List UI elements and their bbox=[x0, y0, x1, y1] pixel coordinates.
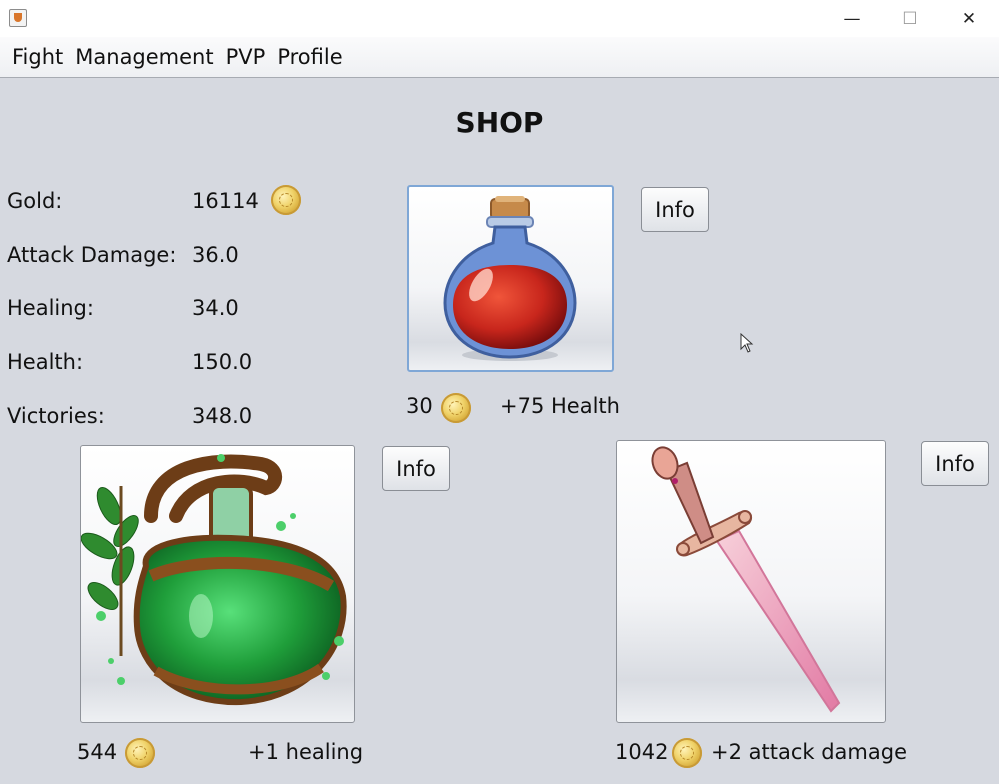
sword-price: 1042 bbox=[615, 740, 669, 764]
sword-info-button[interactable]: Info bbox=[921, 441, 989, 486]
gold-value: 16114 bbox=[192, 189, 259, 213]
healing-label: Healing: bbox=[7, 296, 94, 320]
menu-fight[interactable]: Fight bbox=[6, 37, 69, 78]
sword-button[interactable] bbox=[616, 440, 886, 723]
menu-profile[interactable]: Profile bbox=[271, 37, 348, 78]
menu-management[interactable]: Management bbox=[69, 37, 219, 78]
healing-jug-button[interactable] bbox=[80, 445, 355, 723]
victories-label: Victories: bbox=[7, 404, 105, 428]
close-button[interactable]: ✕ bbox=[940, 0, 998, 37]
attack-damage-label: Attack Damage: bbox=[7, 243, 177, 267]
health-value: 150.0 bbox=[192, 350, 253, 374]
menu-pvp[interactable]: PVP bbox=[220, 37, 272, 78]
sword-effect: +2 attack damage bbox=[711, 740, 907, 764]
gold-label: Gold: bbox=[7, 189, 63, 213]
page-title: SHOP bbox=[455, 106, 544, 139]
java-app-icon bbox=[9, 9, 27, 27]
health-potion-info-button[interactable]: Info bbox=[641, 187, 709, 232]
sword-icon bbox=[651, 446, 841, 713]
health-label: Health: bbox=[7, 350, 84, 374]
title-bar: — ☐ ✕ bbox=[0, 0, 999, 37]
healing-jug-price: 544 bbox=[77, 740, 118, 764]
attack-damage-value: 36.0 bbox=[192, 243, 239, 267]
maximize-button[interactable]: ☐ bbox=[881, 0, 939, 37]
health-potion-effect: +75 Health bbox=[500, 394, 620, 418]
healing-jug-coin-icon bbox=[125, 738, 155, 768]
health-potion-coin-icon bbox=[441, 393, 471, 423]
healing-jug-info-button[interactable]: Info bbox=[382, 446, 450, 491]
sword-coin-icon bbox=[672, 738, 702, 768]
health-potion-price: 30 bbox=[406, 394, 433, 418]
healing-jug-effect: +1 healing bbox=[248, 740, 364, 764]
menu-bar: Fight Management PVP Profile bbox=[0, 37, 999, 78]
healing-value: 34.0 bbox=[192, 296, 239, 320]
mouse-cursor-icon bbox=[740, 333, 754, 353]
gold-coin-icon bbox=[271, 185, 301, 215]
healing-jug-icon bbox=[81, 454, 347, 706]
health-potion-button[interactable] bbox=[407, 185, 614, 372]
health-potion-icon bbox=[443, 196, 577, 361]
victories-value: 348.0 bbox=[192, 404, 253, 428]
minimize-button[interactable]: — bbox=[823, 0, 881, 37]
